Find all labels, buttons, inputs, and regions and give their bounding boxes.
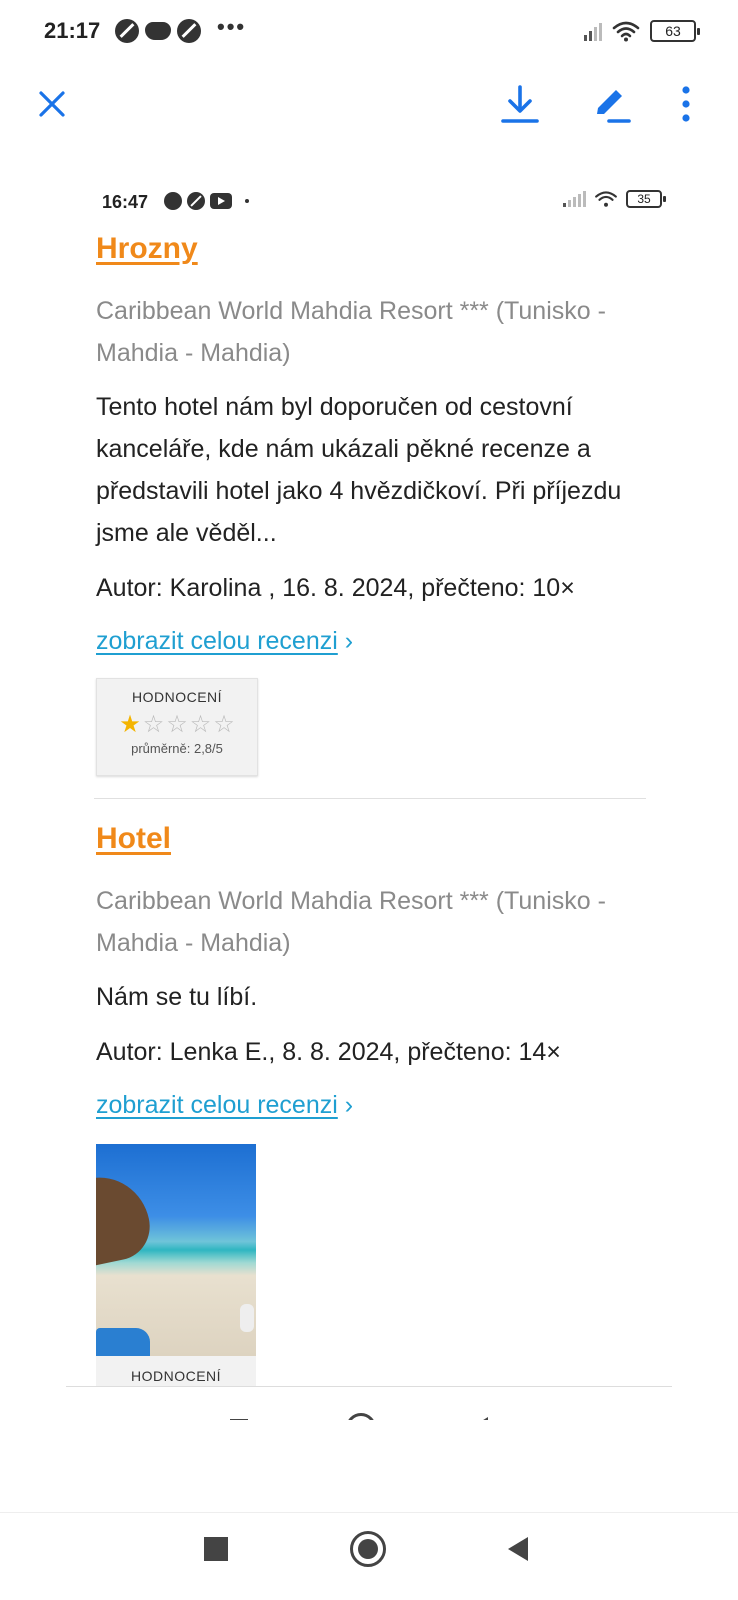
star-empty-icon: ☆: [213, 711, 235, 738]
back-icon: [472, 1417, 488, 1420]
chevron-right-icon: ›: [344, 627, 354, 655]
review-author: Autor: Lenka E., 8. 8. 2024, přečteno: 1…: [96, 1038, 561, 1066]
chevron-right-icon: ›: [344, 1091, 354, 1119]
embedded-status-bar: 16:47 35: [102, 186, 666, 216]
star-empty-icon: ☆: [189, 711, 212, 738]
show-full-review-link[interactable]: zobrazit celou recenzi ›: [96, 1091, 353, 1120]
more-notifications-dot: [245, 199, 249, 203]
rating-stars: ★ ☆ ☆ ☆ ☆: [97, 713, 257, 737]
review-title-link[interactable]: Hotel: [96, 822, 171, 856]
download-icon: [501, 85, 539, 123]
battery-icon: 63: [650, 20, 700, 42]
more-notifications-indicator: •••: [217, 14, 247, 39]
youtube-icon: [210, 193, 232, 209]
back-button[interactable]: [508, 1537, 528, 1561]
blocked-notification-icon: [187, 192, 205, 210]
review-excerpt: Nám se tu líbí.: [96, 983, 258, 1011]
show-full-review-link[interactable]: zobrazit celou recenzi ›: [96, 627, 353, 656]
review-title-link[interactable]: Hrozny: [96, 232, 198, 266]
embedded-system-indicators: 35: [563, 190, 666, 208]
umbrella-shape: [96, 1168, 157, 1270]
notification-icons: •••: [115, 14, 246, 43]
rating-box: HODNOCENÍ ★ ☆ ☆ ☆ ☆ průměrně: 2,8/5: [96, 678, 258, 776]
edit-icon: [597, 90, 631, 123]
messenger-icon: [164, 192, 182, 210]
download-button[interactable]: [496, 80, 544, 128]
recents-icon: [230, 1419, 248, 1420]
sunbed-shape: [96, 1328, 150, 1356]
more-options-button[interactable]: [662, 80, 710, 128]
battery-icon: 35: [626, 190, 666, 208]
rating-label: HODNOCENÍ: [131, 689, 223, 705]
embedded-notification-icons: [164, 192, 249, 210]
signal-icon: [563, 191, 586, 207]
star-filled-icon: ★: [119, 711, 141, 738]
close-button[interactable]: [28, 80, 76, 128]
home-icon: [346, 1413, 376, 1420]
viewer-toolbar: [0, 66, 738, 142]
recents-button[interactable]: [204, 1537, 228, 1561]
review-divider: [94, 798, 646, 799]
edit-button[interactable]: [586, 80, 634, 128]
system-navigation-bar: [0, 1512, 738, 1600]
image-preview: 16:47 35 Hrozny Caribbean World Mahdia R…: [66, 172, 672, 1420]
review-card: Hrozny Caribbean World Mahdia Resort ***…: [96, 232, 656, 776]
review-photo[interactable]: [96, 1144, 256, 1356]
seagull-shape: [240, 1304, 254, 1332]
rating-label: HODNOCENÍ: [96, 1356, 256, 1386]
embedded-status-time: 16:47: [102, 192, 149, 212]
gamepad-icon: [145, 22, 171, 40]
more-vert-icon: [682, 86, 690, 122]
blocked-notification-icon: [115, 19, 139, 43]
show-full-review-label: zobrazit celou recenzi: [96, 1091, 338, 1119]
system-indicators: 63: [584, 20, 700, 42]
wifi-icon: [595, 191, 617, 207]
home-button[interactable]: [350, 1531, 386, 1567]
star-empty-icon: ☆: [166, 711, 188, 738]
review-hotel: Caribbean World Mahdia Resort *** (Tunis…: [96, 887, 606, 957]
review-card: Hotel Caribbean World Mahdia Resort *** …: [96, 822, 656, 1386]
review-author: Autor: Karolina , 16. 8. 2024, přečteno:…: [96, 574, 575, 602]
status-time: 21:17: [44, 18, 101, 43]
review-excerpt: Tento hotel nám byl doporučen od cestovn…: [96, 393, 622, 547]
embedded-navigation-bar: [66, 1386, 672, 1420]
status-bar: 21:17 ••• 63: [0, 0, 738, 66]
wifi-icon: [612, 21, 640, 42]
blocked-notification-icon: [177, 19, 201, 43]
signal-icon: [584, 21, 602, 41]
review-hotel: Caribbean World Mahdia Resort *** (Tunis…: [96, 297, 606, 367]
rating-average: průměrně: 2,8/5: [131, 741, 223, 756]
show-full-review-label: zobrazit celou recenzi: [96, 627, 338, 655]
star-empty-icon: ☆: [142, 711, 165, 738]
close-icon: [39, 91, 65, 117]
